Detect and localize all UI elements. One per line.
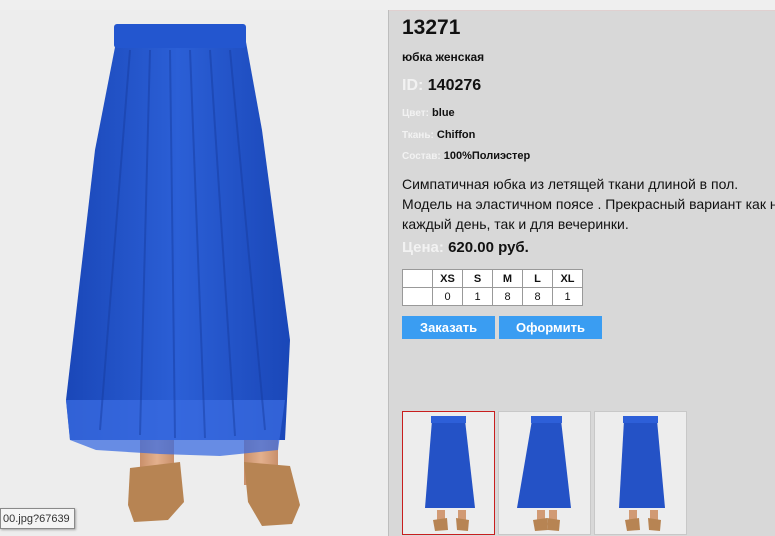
size-header-cell: M [492, 269, 523, 288]
product-id-value: 140276 [427, 77, 482, 94]
price-row: Цена: 620.00 руб. [402, 239, 529, 256]
product-name: юбка женская [402, 50, 485, 64]
attr-composition: Состав: 100%Полиэстер [402, 150, 530, 162]
product-id-label: ID: [402, 77, 424, 94]
attr-fabric-value: Chiffon [436, 129, 476, 141]
size-stock-cell[interactable]: 0 [432, 287, 463, 306]
attr-color-value: blue [432, 107, 455, 119]
description-line: Модель на эластичном поясе . Прекрасный … [402, 196, 775, 212]
size-stock-row: 0 1 8 8 1 [402, 287, 583, 306]
status-url-tooltip: 00.jpg?67639 [0, 508, 75, 529]
size-header-cell: XS [432, 269, 463, 288]
size-stock-cell[interactable]: 8 [522, 287, 553, 306]
size-stock-cell[interactable]: 8 [492, 287, 523, 306]
attr-composition-value: 100%Полиэстер [443, 150, 531, 162]
size-header-blank [402, 269, 433, 288]
product-description: Симпатичная юбка из летящей ткани длиной… [402, 174, 775, 234]
product-info-panel: 13271 юбка женская ID: 140276 Цвет: blue… [402, 10, 775, 536]
description-line: каждый день, так и для вечеринки. [402, 216, 629, 232]
size-header-cell: S [462, 269, 493, 288]
thumbnail-side[interactable] [498, 411, 591, 535]
description-line: Симпатичная юбка из летящей ткани длиной… [402, 176, 739, 192]
thumbnail-front[interactable] [402, 411, 495, 535]
price-label: Цена: [402, 239, 444, 256]
product-code: 13271 [402, 16, 461, 39]
thumbnail-back[interactable] [594, 411, 687, 535]
product-main-image[interactable] [0, 10, 388, 536]
attr-fabric-label: Ткань: [402, 130, 434, 141]
size-table: XS S M L XL 0 1 8 8 1 [402, 269, 583, 306]
product-id-row: ID: 140276 [402, 77, 481, 95]
attr-color: Цвет: blue [402, 107, 455, 119]
size-header-cell: L [522, 269, 553, 288]
size-header-cell: XL [552, 269, 583, 288]
attr-composition-label: Состав: [402, 151, 441, 162]
skirt-image-graphic [66, 24, 300, 526]
size-stock-blank [402, 287, 433, 306]
price-value: 620.00 руб. [448, 239, 529, 256]
attr-color-label: Цвет: [402, 108, 429, 119]
thumbnail-skirt-graphic [517, 416, 571, 531]
thumbnail-skirt-graphic [619, 416, 665, 531]
order-button[interactable]: Заказать [402, 316, 495, 339]
attr-fabric: Ткань: Chiffon [402, 129, 475, 141]
panel-divider [388, 10, 389, 536]
checkout-button[interactable]: Оформить [499, 316, 602, 339]
size-stock-cell[interactable]: 1 [552, 287, 583, 306]
size-header-row: XS S M L XL [402, 269, 583, 288]
size-stock-cell[interactable]: 1 [462, 287, 493, 306]
thumbnail-skirt-graphic [425, 416, 475, 531]
